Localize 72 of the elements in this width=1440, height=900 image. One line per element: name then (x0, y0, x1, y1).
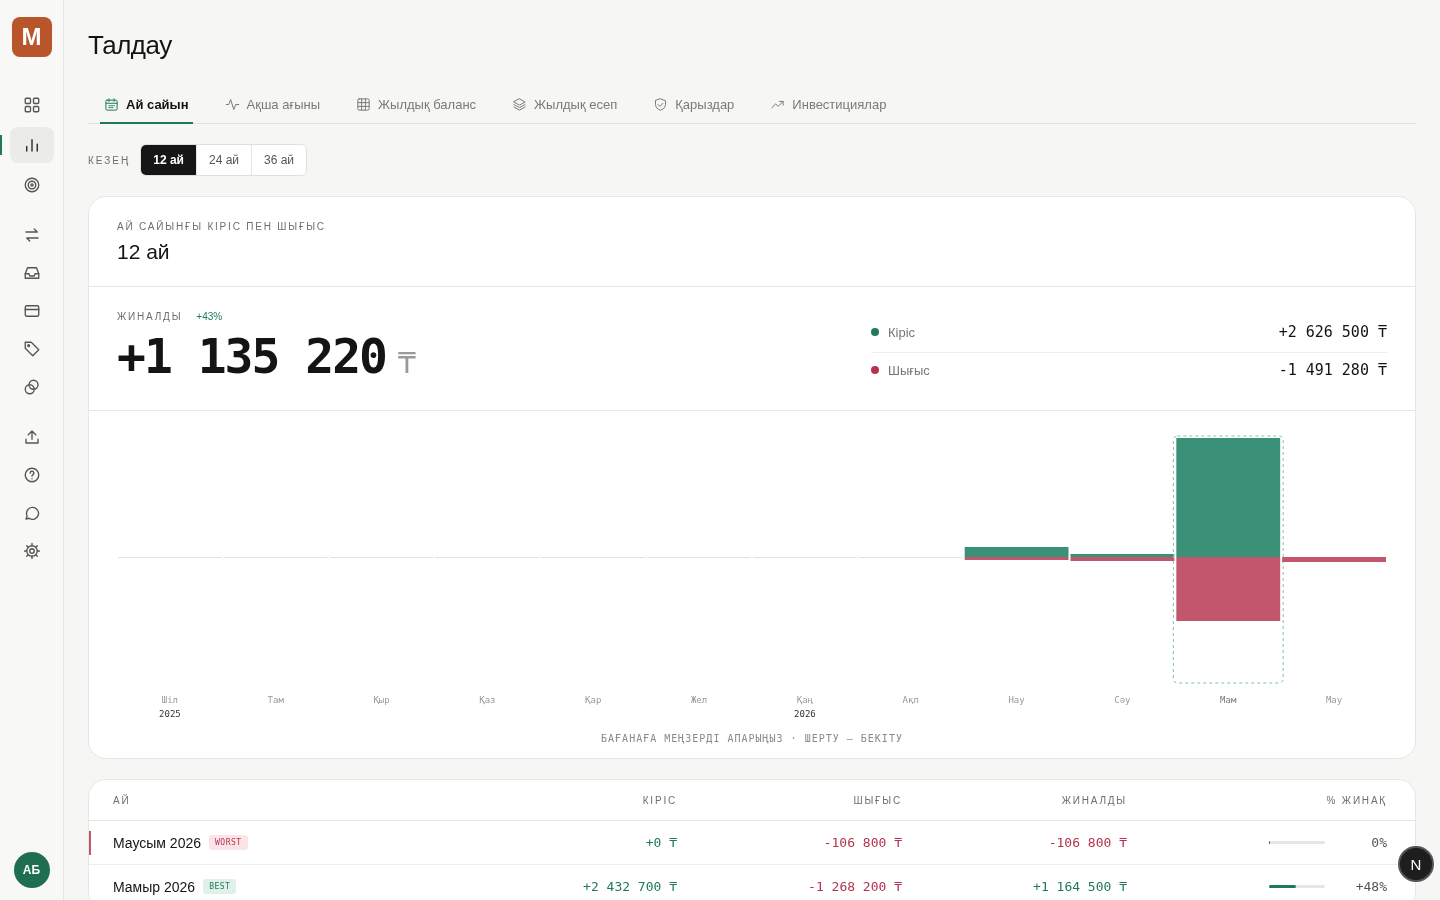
expense-cell: -106 800 ₸ (823, 835, 902, 850)
card-eyebrow: АЙ САЙЫНҒЫ КІРІС ПЕН ШЫҒЫС (117, 221, 327, 232)
expense-cell: -1 268 200 ₸ (808, 879, 902, 894)
calendar-icon (104, 97, 119, 112)
swap-arrows-icon (22, 226, 41, 244)
tag-icon (22, 340, 41, 358)
legend-value: +2 626 500 ₸ (1278, 323, 1387, 341)
chat-icon (22, 504, 41, 522)
month-label: Қаң (796, 695, 814, 705)
help-icon (22, 466, 41, 484)
column-header: ШЫҒЫС (853, 794, 902, 806)
table-icon (356, 97, 372, 112)
column-header: % ЖИНАҚ (1326, 794, 1387, 806)
month-label: Қыр (373, 695, 390, 705)
column-header: КІРІС (642, 794, 677, 806)
month-label: Қаз (479, 695, 496, 705)
grid-icon (22, 96, 41, 114)
income-cell: +0 ₸ (645, 835, 677, 850)
coins-icon (22, 378, 41, 396)
target-icon (22, 176, 41, 194)
tab[interactable]: Жылдық баланс (352, 88, 481, 124)
card-title: 12 ай (117, 240, 171, 264)
period-option[interactable]: 12 ай (141, 145, 197, 175)
column-header: АЙ (113, 794, 131, 806)
tab[interactable]: Ай сайын (100, 88, 193, 124)
settings-icon (22, 542, 41, 560)
savings-amount: +1 135 220 (117, 328, 386, 384)
column-header: ЖИНАЛДЫ (1061, 794, 1127, 806)
year-label: 2026 (794, 709, 816, 719)
month-label: Нау (1008, 695, 1025, 705)
active-indicator (0, 135, 2, 155)
income-cell: +2 432 700 ₸ (583, 879, 677, 894)
month-label: Жел (690, 695, 708, 705)
layers-icon (512, 97, 528, 112)
month-label: Мау (1325, 695, 1343, 705)
page-title: Талдау (88, 30, 173, 62)
rank-badge: BEST (203, 879, 237, 894)
month-label: Сәу (1114, 695, 1131, 705)
legend-label: Кіріс (888, 324, 916, 340)
month-label: Қар (585, 695, 602, 705)
tab[interactable]: Ақша ағыны (220, 88, 325, 124)
shield-icon (653, 97, 669, 112)
rate-cell-text: 0% (1370, 835, 1387, 850)
year-label: 2025 (159, 709, 181, 719)
month-cell: Маусым 2026 (113, 834, 201, 851)
legend-value: -1 491 280 ₸ (1278, 361, 1387, 379)
dev-tools-button[interactable]: N (1398, 846, 1434, 882)
month-label: Там (267, 695, 284, 705)
chart-hint: БАҒАНАҒА МЕҢЗЕРДІ АПАРЫҢЫЗ · ШЕРТУ — БЕКІТУ (600, 733, 904, 744)
card-icon (22, 302, 41, 320)
saved-cell: -106 800 ₸ (1048, 835, 1127, 850)
rate-bar (1269, 885, 1325, 888)
app-logo[interactable]: M (11, 17, 52, 57)
savings-change: +43% (196, 311, 223, 322)
saved-cell: +1 164 500 ₸ (1033, 879, 1127, 894)
tab[interactable]: Инвестициялар (766, 88, 891, 124)
upload-icon (22, 428, 41, 446)
inbox-icon (22, 264, 41, 282)
rate-cell-text: +48% (1354, 879, 1387, 894)
pulse-icon (224, 97, 240, 112)
savings-label: ЖИНАЛДЫ (117, 311, 183, 322)
rank-badge: WORST (209, 835, 248, 850)
legend-label: Шығыс (888, 362, 930, 378)
period-label: КЕЗЕҢ (88, 154, 131, 166)
month-label: Ақп (902, 695, 919, 705)
currency-sign: ₸ (398, 347, 416, 380)
tab[interactable]: Қарыздар (649, 88, 739, 124)
tab[interactable]: Жылдық есеп (508, 88, 622, 124)
user-avatar[interactable]: АБ (13, 852, 50, 888)
month-label: Шіл (161, 695, 179, 705)
month-cell: Мамыр 2026 (113, 878, 196, 895)
month-label: Мам (1220, 695, 1237, 705)
